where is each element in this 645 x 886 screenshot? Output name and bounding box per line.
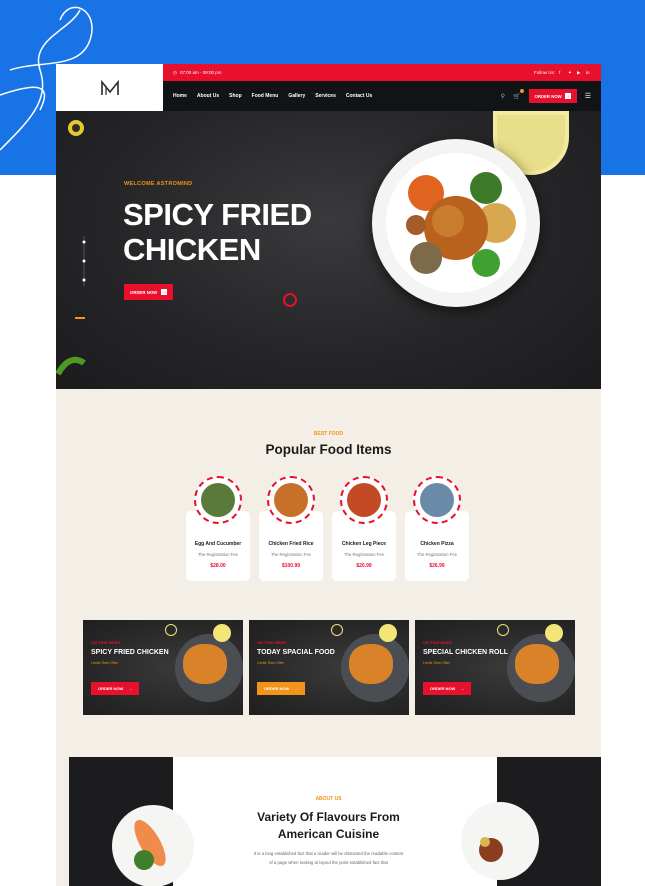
arrow-icon: →: [460, 686, 465, 691]
nav-services[interactable]: Services: [315, 93, 336, 99]
promo-card[interactable]: ON THIS WEEK SPECIAL CHICKEN ROLL Limits…: [415, 620, 575, 715]
promo-button-label: ORDER NOW: [430, 686, 456, 691]
food-price: $20.99: [356, 563, 372, 569]
order-now-label: ORDER NOW: [534, 93, 562, 99]
hero-title-line2: CHICKEN: [123, 232, 261, 267]
lemon-image: [213, 624, 231, 642]
clock-icon: ◷: [173, 69, 177, 75]
promo-title: SPICY FRIED CHICKEN: [91, 649, 169, 656]
hero-title-line1: SPICY FRIED: [123, 197, 312, 232]
food-price: $100.99: [281, 563, 301, 569]
arrow-icon: →: [128, 686, 133, 691]
nav-home[interactable]: Home: [173, 93, 187, 99]
hero-order-button[interactable]: ORDER NOW →: [124, 284, 174, 300]
promo-food-image: [183, 644, 227, 684]
lemon-image: [379, 624, 397, 642]
promo-food-image: [515, 644, 559, 684]
hero-button-label: ORDER NOW: [130, 289, 158, 295]
promo-order-button[interactable]: ORDER NOW →: [91, 682, 140, 695]
pepper-icon: [68, 120, 84, 136]
promo-food-image: [349, 644, 393, 684]
promo-title: TODAY SPACIAL FOOD: [257, 649, 335, 656]
arrow-icon: →: [294, 686, 299, 691]
about-title: Variety Of Flavours From American Cuisin…: [56, 809, 601, 843]
food-name: Chicken Pizza: [420, 541, 454, 547]
hero-title: SPICY FRIED CHICKEN: [123, 197, 312, 267]
plate-inner: [386, 153, 526, 293]
lemon-image: [545, 624, 563, 642]
about-kicker: ABOUT US: [315, 796, 342, 802]
food-sub: The Registration Fee: [197, 552, 239, 557]
order-now-button[interactable]: ORDER NOW →: [528, 89, 577, 103]
hero-banner: WELCOME ASTROMIND SPICY FRIED CHICKEN OR…: [56, 111, 601, 389]
food-sub: The Registration Fee: [343, 552, 385, 557]
nav-gallery[interactable]: Gallery: [288, 93, 305, 99]
green-chili-icon: [56, 356, 86, 376]
promo-badge: [331, 624, 343, 636]
promo-card[interactable]: ON THIS WEEK TODAY SPACIAL FOOD Limits T…: [249, 620, 409, 715]
promo-kicker: ON THIS WEEK: [91, 640, 121, 645]
food-image: [267, 476, 315, 524]
about-title-line1: Variety Of Flavours From: [257, 810, 400, 824]
cart-badge: [519, 88, 524, 93]
food-price: $26.99: [429, 563, 445, 569]
nav-about-us[interactable]: About Us: [197, 93, 219, 99]
food-image: [194, 476, 242, 524]
facebook-icon[interactable]: f: [559, 70, 564, 75]
about-title-line2: American Cuisine: [277, 827, 380, 841]
hero-kicker: WELCOME ASTROMIND: [124, 181, 193, 187]
promo-order-button[interactable]: ORDER NOW →: [423, 682, 472, 695]
nav-food-menu[interactable]: Food Menu: [252, 93, 279, 99]
promo-button-label: ORDER NOW: [264, 686, 290, 691]
popular-kicker: BEST FOOD: [313, 431, 344, 437]
about-text-line1: It is a long established fact that a rea…: [253, 851, 404, 856]
decorative-ring-icon: [283, 293, 297, 307]
promo-title: SPECIAL CHICKEN ROLL: [423, 649, 509, 656]
menu-icon[interactable]: ☰: [585, 92, 591, 100]
food-name: Chicken Fried Rice: [268, 541, 314, 547]
slider-pagination[interactable]: [81, 236, 87, 286]
search-icon[interactable]: ⚲: [501, 93, 505, 100]
promo-order-button[interactable]: ORDER NOW →: [257, 682, 306, 695]
youtube-icon[interactable]: ▶: [577, 70, 582, 75]
promo-kicker: ON THIS WEEK: [257, 640, 287, 645]
food-sub: The Registration Fee: [270, 552, 312, 557]
hero-accent-line: [75, 317, 85, 319]
promo-card[interactable]: ON THIS WEEK SPICY FRIED CHICKEN Limits …: [83, 620, 243, 715]
food-image: [413, 476, 461, 524]
food-price: $28.00: [210, 563, 226, 569]
nav-contact-us[interactable]: Contact Us: [346, 93, 372, 99]
about-text: It is a long established fact that a rea…: [246, 849, 411, 867]
about-text-line2: of a page when looking at layout the poi…: [269, 860, 388, 865]
food-sub: The Registration Fee: [416, 552, 458, 557]
logo-mark-icon: [100, 79, 119, 95]
twitter-icon[interactable]: ✦: [568, 70, 573, 75]
main-navigation: Home About Us Shop Food Menu Gallery Ser…: [163, 81, 601, 111]
promo-button-label: ORDER NOW: [98, 686, 124, 691]
food-image: [340, 476, 388, 524]
promo-subtitle: Limits Time Offer: [91, 661, 119, 665]
promo-badge: [165, 624, 177, 636]
promo-subtitle: Limits Time Offer: [257, 661, 285, 665]
arrow-icon: →: [161, 289, 168, 295]
website-preview: ◷ 07:00 am - 09:00 pm Follow Us: f ✦ ▶ i…: [56, 64, 601, 886]
cart-icon[interactable]: 🛒: [513, 88, 524, 100]
promo-kicker: ON THIS WEEK: [423, 640, 453, 645]
opening-hours: 07:00 am - 09:00 pm: [179, 70, 222, 75]
food-name: Egg And Cucumber: [194, 541, 242, 547]
top-info-bar: ◷ 07:00 am - 09:00 pm Follow Us: f ✦ ▶ i…: [163, 64, 601, 81]
popular-title: Popular Food Items: [265, 442, 392, 457]
follow-label: Follow Us:: [533, 70, 555, 75]
nav-shop[interactable]: Shop: [229, 93, 242, 99]
food-name: Chicken Leg Piece: [341, 541, 387, 547]
linkedin-icon[interactable]: in: [586, 70, 591, 75]
arrow-icon: →: [564, 93, 571, 99]
promo-subtitle: Limits Time Offer: [423, 661, 451, 665]
site-logo[interactable]: [56, 64, 163, 111]
promo-badge: [497, 624, 509, 636]
